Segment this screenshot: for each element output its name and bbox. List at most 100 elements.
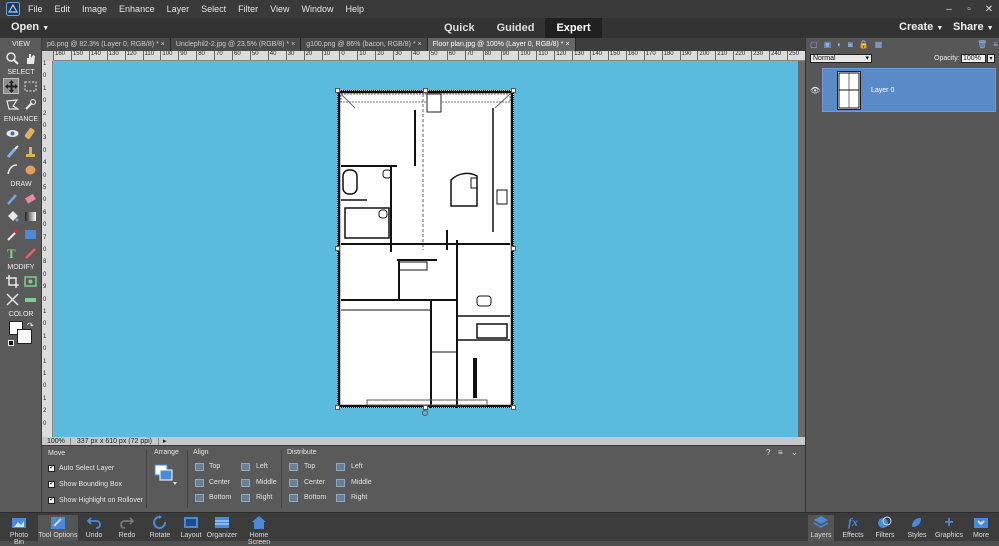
sponge-tool-icon[interactable] [22,161,38,177]
straighten-tool-icon[interactable] [22,291,38,307]
more-button[interactable]: More [968,515,994,539]
status-menu-icon[interactable]: ▸ [159,437,171,445]
canvas-area[interactable] [53,61,798,437]
mode-quick[interactable]: Quick [433,18,486,38]
organizer-button[interactable]: Organizer [206,515,238,539]
new-layer-icon[interactable]: ▢ [810,40,818,50]
highlight-rollover-checkbox[interactable] [48,495,55,504]
share-button[interactable]: Share ▼ [953,21,994,33]
minimize-button[interactable]: – [939,4,959,15]
menu-edit[interactable]: Edit [49,4,77,14]
zoom-level[interactable]: 100% [42,437,71,445]
rotate-handle[interactable] [422,410,428,416]
align-left[interactable]: Left [256,463,268,470]
tool-options-button[interactable]: Tool Options [38,515,78,541]
distribute-bottom[interactable]: Bottom [304,494,326,501]
new-group-icon[interactable]: ▣ [824,40,832,50]
align-bottom[interactable]: Bottom [209,494,231,501]
brush-tool-icon[interactable] [4,190,20,206]
menu-help[interactable]: Help [339,4,370,14]
layers-button[interactable]: Layers [808,515,834,541]
menu-filter[interactable]: Filter [232,4,264,14]
mask-icon[interactable]: ◙ [848,40,853,50]
auto-select-checkbox[interactable] [48,463,55,472]
lasso-tool-icon[interactable] [4,96,20,112]
marquee-tool-icon[interactable] [22,78,38,94]
align-middle[interactable]: Middle [256,479,277,486]
resize-handle[interactable] [335,246,340,251]
paint-bucket-tool-icon[interactable] [4,208,20,224]
distribute-middle-icon[interactable] [336,479,345,487]
align-right-icon[interactable] [241,494,250,502]
resize-handle[interactable] [511,88,516,93]
open-button[interactable]: Open ▼ [11,21,49,33]
panel-menu-icon[interactable]: ≡ [993,40,998,50]
bounding-box-checkbox[interactable] [48,479,55,488]
align-center-icon[interactable] [195,479,204,487]
hand-tool-icon[interactable] [22,50,38,66]
distribute-top-icon[interactable] [289,463,298,471]
mode-expert[interactable]: Expert [545,18,602,38]
distribute-middle[interactable]: Middle [351,479,372,486]
undo-button[interactable]: Undo [82,515,106,539]
tab-floor-plan[interactable]: Floor plan.jpg @ 100% (Layer 0, RGB/8) *… [427,38,576,51]
home-screen-button[interactable]: Home Screen [238,515,280,546]
opacity-dropdown[interactable]: ▾ [987,54,995,63]
crop-tool-icon[interactable] [4,273,20,289]
red-eye-tool-icon[interactable] [4,125,20,141]
adjustment-layer-icon[interactable]: ◐ [837,40,842,50]
type-tool-icon[interactable]: T [4,244,20,260]
distribute-center[interactable]: Center [304,479,325,486]
lock-all-icon[interactable]: 🔒 [859,40,869,50]
help-icon[interactable]: ? [766,448,770,457]
menu-select[interactable]: Select [195,4,232,14]
create-button[interactable]: Create ▼ [899,21,943,33]
align-left-icon[interactable] [241,463,250,471]
distribute-right-icon[interactable] [336,494,345,502]
shape-tool-icon[interactable] [22,226,38,242]
redo-button[interactable]: Redo [115,515,139,539]
styles-button[interactable]: Styles [904,515,930,539]
swap-colors-icon[interactable]: ↷ [27,321,34,330]
close-icon[interactable]: × [291,41,295,48]
distribute-bottom-icon[interactable] [289,494,298,502]
smart-brush-tool-icon[interactable] [4,143,20,159]
distribute-right[interactable]: Right [351,494,367,501]
tab-g100[interactable]: g100.png @ 86% (bacon, RGB/8) * × [301,38,428,51]
distribute-center-icon[interactable] [289,479,298,487]
background-color-swatch[interactable] [17,329,32,344]
resize-handle[interactable] [423,88,428,93]
quick-selection-tool-icon[interactable] [22,96,38,112]
app-logo-icon[interactable] [4,0,22,18]
menu-enhance[interactable]: Enhance [113,4,161,14]
align-top[interactable]: Top [209,463,220,470]
pencil-tool-icon[interactable] [22,244,38,260]
align-right[interactable]: Right [256,494,272,501]
menu-window[interactable]: Window [295,4,339,14]
close-window-button[interactable]: ✕ [979,4,999,15]
menu-image[interactable]: Image [76,4,113,14]
layout-button[interactable]: Layout [178,515,204,539]
distribute-left[interactable]: Left [351,463,363,470]
vertical-scrollbar[interactable] [798,61,805,437]
gradient-tool-icon[interactable] [22,208,38,224]
mode-guided[interactable]: Guided [486,18,546,38]
arrange-button[interactable] [154,464,178,486]
options-menu-icon[interactable]: ≡ [778,448,783,457]
menu-file[interactable]: File [22,4,49,14]
close-icon[interactable]: × [161,41,165,48]
bounding-box[interactable] [337,90,514,408]
recompose-tool-icon[interactable] [22,273,38,289]
resize-handle[interactable] [335,88,340,93]
trash-icon[interactable]: 🗑 [977,40,987,50]
clone-stamp-tool-icon[interactable] [22,143,38,159]
tab-unclephil[interactable]: Unclephil2-2.jpg @ 23.5% (RGB/8) * × [170,38,302,51]
lock-transparency-icon[interactable]: ▦ [875,40,883,50]
align-center[interactable]: Center [209,479,230,486]
blend-mode-select[interactable]: Normal ▾ [810,54,872,63]
eraser-tool-icon[interactable] [22,190,38,206]
blur-tool-icon[interactable] [4,161,20,177]
spot-healing-tool-icon[interactable] [22,125,38,141]
layer-row[interactable]: Layer 0 [822,68,996,112]
opacity-field[interactable]: 100% [961,54,986,63]
